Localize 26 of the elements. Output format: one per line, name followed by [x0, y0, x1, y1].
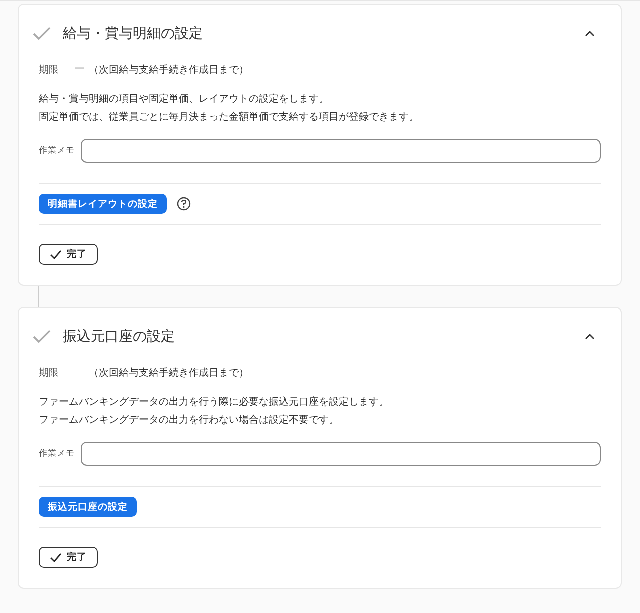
deadline-note: （次回給与支給手続き作成日まで） [89, 64, 249, 77]
check-icon [50, 250, 62, 260]
deadline-note: （次回給与支給手続き作成日まで） [89, 366, 249, 380]
check-icon [33, 330, 51, 344]
done-button[interactable]: 完了 [39, 244, 98, 265]
settings-button[interactable]: 明細書レイアウトの設定 [39, 194, 167, 214]
memo-label: 作業メモ [39, 448, 76, 460]
done-button[interactable]: 完了 [39, 547, 98, 568]
deadline-value: — [75, 63, 86, 76]
chevron-icon[interactable] [585, 334, 595, 340]
description-text: 固定単価では、従業員ごとに毎月決まった金額単価で支給する項目が登録できます。 [39, 110, 420, 125]
memo-label: 作業メモ [39, 145, 76, 157]
task-title: 給与・賞与明細の設定 [63, 25, 204, 43]
deadline-label: 期限 [39, 64, 60, 77]
check-icon [50, 552, 62, 562]
description-text: ファームバンキングデータの出力を行わない場合は設定不要です。 [39, 414, 340, 428]
check-icon [33, 27, 51, 41]
description-text: 給与・賞与明細の項目や固定単価、レイアウトの設定をします。 [39, 92, 330, 107]
settings-button[interactable]: 振込元口座の設定 [39, 497, 137, 517]
help-icon[interactable] [177, 197, 191, 211]
memo-field[interactable] [81, 442, 601, 466]
task-title: 振込元口座の設定 [63, 328, 176, 346]
deadline-label: 期限 [39, 366, 60, 380]
chevron-icon[interactable] [585, 31, 595, 37]
description-text: ファームバンキングデータの出力を行う際に必要な振込元口座を設定します。 [39, 396, 390, 410]
memo-field[interactable] [81, 139, 601, 163]
